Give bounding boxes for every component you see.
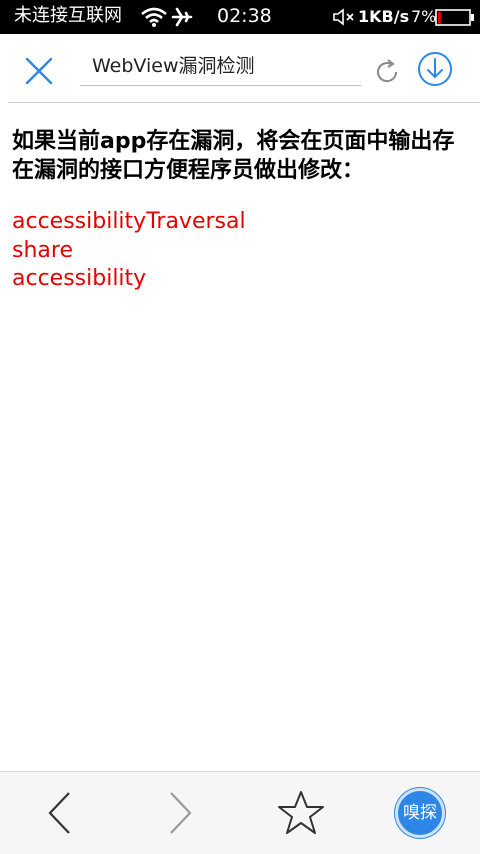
download-icon[interactable] <box>416 50 454 88</box>
list-item: share <box>12 237 73 263</box>
airplane-icon <box>171 7 193 27</box>
back-icon[interactable] <box>42 790 76 836</box>
battery-percent: 7% <box>411 7 437 26</box>
battery-icon <box>435 9 474 26</box>
mute-icon <box>333 8 354 26</box>
list-item: accessibility <box>12 266 147 291</box>
vulnerable-interface-list: accessibilityTraversal share accessibili… <box>12 208 246 294</box>
network-status-text: 未连接互联网 <box>14 5 122 26</box>
clock: 02:38 <box>217 5 272 27</box>
sniff-button[interactable]: 嗅探 <box>395 788 445 838</box>
bottom-nav-bar: 嗅探 <box>0 771 480 854</box>
page-heading: 如果当前app存在漏洞，将会在页面中输出存在漏洞的接口方便程序员做出修改： <box>12 129 455 183</box>
forward-icon[interactable] <box>164 790 198 836</box>
webview-content: 如果当前app存在漏洞，将会在页面中输出存在漏洞的接口方便程序员做出修改： ac… <box>0 103 480 771</box>
reload-icon[interactable] <box>371 56 403 88</box>
browser-toolbar: WebView漏洞检测 <box>0 34 480 104</box>
network-speed: 1KB/s <box>358 7 410 26</box>
list-item: accessibilityTraversal <box>12 209 246 234</box>
url-field[interactable]: WebView漏洞检测 <box>80 50 361 86</box>
close-icon[interactable] <box>20 52 58 90</box>
star-icon[interactable] <box>276 789 326 837</box>
status-bar: 未连接互联网 02:38 1KB/s 7% <box>0 0 480 34</box>
wifi-icon <box>141 7 167 27</box>
